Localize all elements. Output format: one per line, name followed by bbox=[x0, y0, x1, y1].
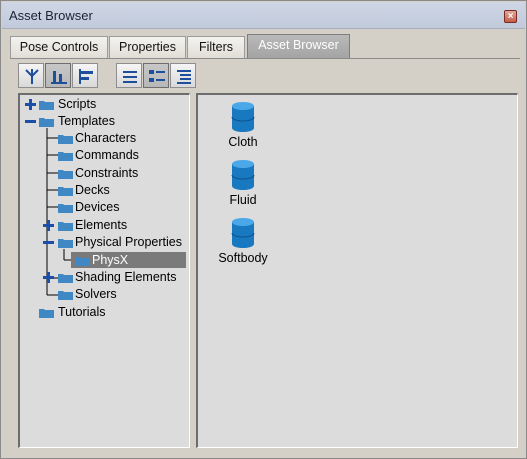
tab-pose-controls[interactable]: Pose Controls bbox=[10, 36, 108, 58]
tree-item-label: Elements bbox=[75, 218, 128, 232]
tree-view-button[interactable] bbox=[18, 63, 44, 88]
database-icon bbox=[231, 102, 255, 132]
tree-item-label: Constraints bbox=[75, 166, 139, 180]
detail-list-icon bbox=[177, 70, 191, 84]
folder-icon bbox=[58, 170, 73, 179]
title-bar[interactable]: Asset Browser × bbox=[2, 2, 525, 29]
asset-browser-window: Asset Browser × Pose Controls Properties… bbox=[0, 0, 527, 459]
icon-view-button[interactable] bbox=[143, 63, 169, 88]
detail-list-button[interactable] bbox=[170, 63, 196, 88]
asset-label: Cloth bbox=[228, 135, 258, 149]
align-left-button[interactable] bbox=[72, 63, 98, 88]
tab-filters[interactable]: Filters bbox=[187, 36, 245, 58]
icon-view-icon bbox=[149, 70, 165, 82]
align-left-icon bbox=[79, 69, 93, 84]
tab-asset-browser[interactable]: Asset Browser bbox=[247, 34, 350, 59]
list-view-icon bbox=[123, 71, 137, 83]
tree-item-label: Characters bbox=[75, 131, 137, 145]
tree-item-label: Commands bbox=[75, 148, 139, 162]
tree-item-label: Shading Elements bbox=[75, 270, 177, 284]
folder-icon bbox=[58, 239, 73, 248]
asset-item-fluid[interactable]: Fluid bbox=[208, 159, 278, 207]
folder-icon bbox=[58, 152, 73, 161]
tree-hierarchy-icon bbox=[25, 69, 39, 84]
tree-item-label: Devices bbox=[75, 200, 120, 214]
collapse-minus-icon[interactable] bbox=[43, 237, 54, 248]
folder-icon bbox=[39, 309, 54, 318]
folder-icon bbox=[39, 101, 54, 110]
tree-item-label: Physical Properties bbox=[75, 235, 182, 249]
tree-item-label: PhysX bbox=[92, 253, 129, 267]
tree-item-label: Tutorials bbox=[58, 305, 106, 319]
folder-icon bbox=[58, 222, 73, 231]
folder-icon bbox=[58, 204, 73, 213]
database-icon bbox=[231, 160, 255, 190]
window-title: Asset Browser bbox=[9, 8, 93, 23]
folder-icon bbox=[58, 135, 73, 144]
folder-icon bbox=[39, 118, 54, 127]
asset-item-softbody[interactable]: Softbody bbox=[208, 217, 278, 265]
tree-item-label: Scripts bbox=[58, 97, 97, 111]
tree-item-label: Decks bbox=[75, 183, 110, 197]
folder-icon bbox=[58, 187, 73, 196]
expand-plus-icon[interactable] bbox=[43, 272, 54, 283]
expand-plus-icon[interactable] bbox=[25, 99, 36, 110]
tab-divider bbox=[10, 58, 520, 59]
database-icon bbox=[231, 218, 255, 248]
tab-properties[interactable]: Properties bbox=[109, 36, 186, 58]
align-bottom-button[interactable] bbox=[45, 63, 71, 88]
asset-label: Fluid bbox=[229, 193, 257, 207]
asset-label: Softbody bbox=[218, 251, 268, 265]
list-view-button[interactable] bbox=[116, 63, 142, 88]
tree-item-label: Templates bbox=[58, 114, 115, 128]
folder-icon bbox=[58, 291, 73, 300]
close-icon[interactable]: × bbox=[504, 10, 517, 23]
asset-item-cloth[interactable]: Cloth bbox=[208, 101, 278, 149]
folder-icon bbox=[58, 274, 73, 283]
align-bottom-icon bbox=[51, 71, 67, 84]
tree-item-label: Solvers bbox=[75, 287, 117, 301]
folder-icon bbox=[75, 257, 90, 266]
collapse-minus-icon[interactable] bbox=[25, 116, 36, 127]
expand-plus-icon[interactable] bbox=[43, 220, 54, 231]
